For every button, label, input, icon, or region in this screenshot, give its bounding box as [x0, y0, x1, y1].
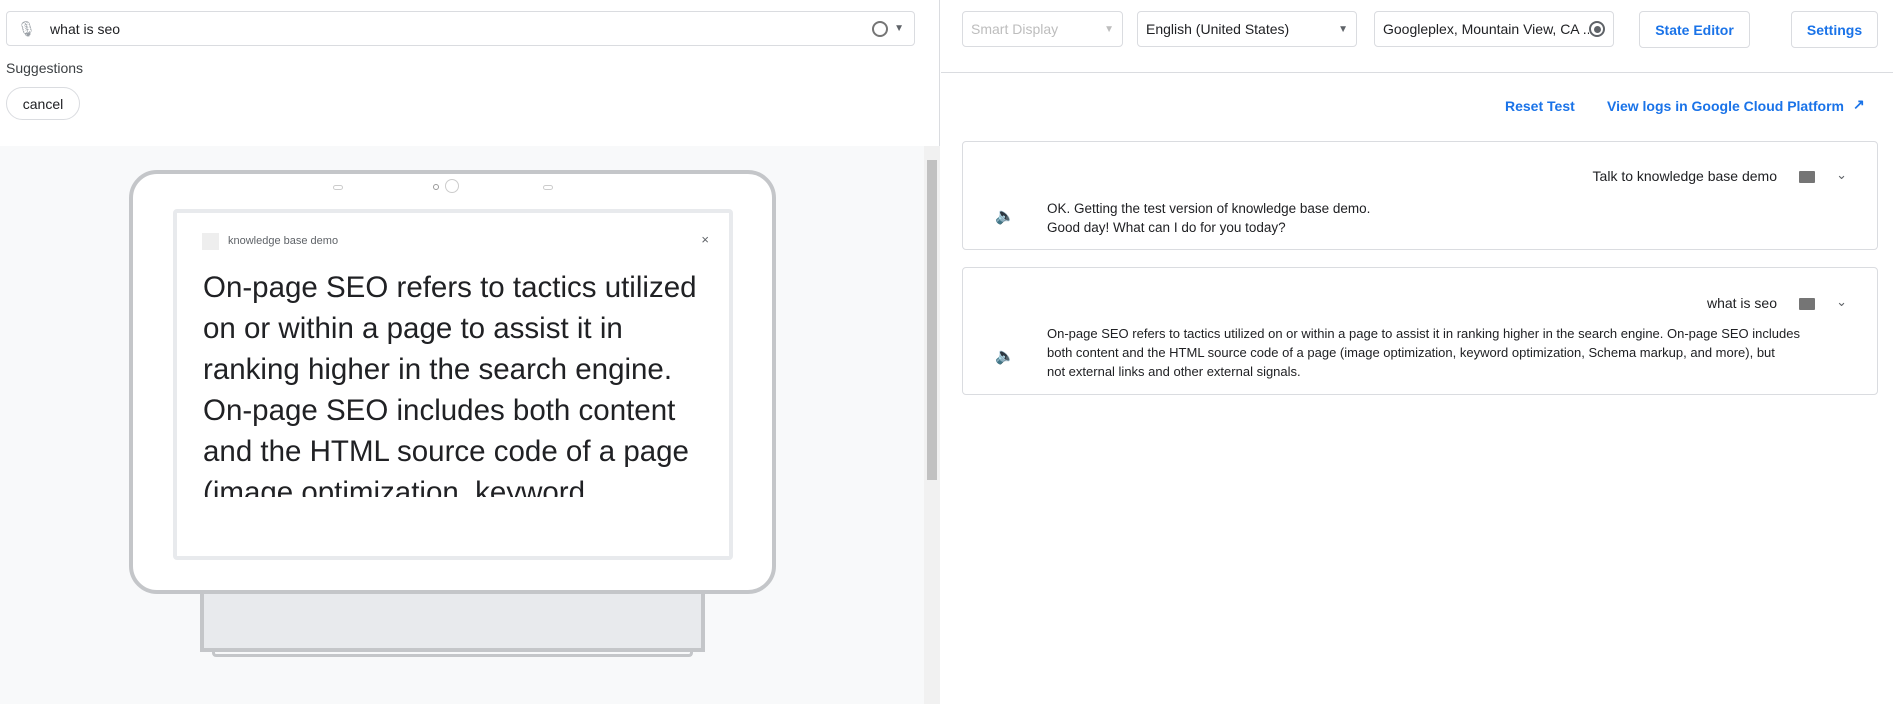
query-input[interactable]: 🎙 what is seo ▼ [6, 11, 915, 46]
device-base [212, 652, 693, 657]
location-input[interactable]: Googleplex, Mountain View, CA ... [1374, 11, 1614, 47]
response-line: On-page SEO refers to tactics utilized o… [1047, 326, 1800, 341]
response-line: not external links and other external si… [1047, 364, 1301, 379]
simulator-panel: 🎙 what is seo ▼ Suggestions cancel knowl… [0, 0, 940, 704]
keyboard-icon [1799, 298, 1815, 310]
device-screen: knowledge base demo × On-page SEO refers… [173, 209, 733, 560]
scrollbar-thumb[interactable] [927, 160, 937, 480]
settings-button[interactable]: Settings [1791, 11, 1878, 48]
suggestions-label: Suggestions [6, 60, 84, 76]
mic-off-icon[interactable]: 🎙 [17, 20, 36, 38]
response-line: both content and the HTML source code of… [1047, 345, 1775, 360]
camera-lens-icon [445, 179, 459, 193]
response-line: OK. Getting the test version of knowledg… [1047, 201, 1371, 216]
location-value: Googleplex, Mountain View, CA ... [1383, 21, 1589, 37]
dropdown-arrow-icon: ▼ [1104, 23, 1114, 35]
device-stand [200, 594, 705, 652]
open-external-icon[interactable]: ↗ [1853, 96, 1865, 113]
surface-select[interactable]: Smart Display ▼ [962, 11, 1123, 47]
sensor-icon [543, 185, 553, 190]
app-icon [202, 233, 219, 250]
conversation-turn: what is seo ⌄ 🔈 On-page SEO refers to ta… [962, 267, 1878, 395]
response-line: Good day! What can I do for you today? [1047, 220, 1286, 235]
reset-test-link[interactable]: Reset Test [1505, 98, 1575, 114]
conversation-turn: Talk to knowledge base demo ⌄ 🔈 OK. Gett… [962, 141, 1878, 250]
dropdown-arrow-icon: ▼ [1338, 23, 1348, 35]
camera-icon [433, 184, 439, 190]
device-response-text: On-page SEO refers to tactics utilized o… [203, 271, 697, 497]
chevron-down-icon[interactable]: ⌄ [1836, 294, 1847, 310]
language-value: English (United States) [1146, 21, 1290, 37]
app-title: knowledge base demo [228, 235, 339, 247]
close-icon[interactable]: × [701, 232, 709, 247]
speaker-icon[interactable]: 🔈 [995, 206, 1015, 226]
user-query: what is seo [1706, 295, 1777, 311]
divider [941, 72, 1893, 73]
query-value[interactable]: what is seo [50, 21, 872, 37]
sensor-icon [333, 185, 343, 190]
assistant-response: On-page SEO refers to tactics utilized o… [1047, 324, 1800, 381]
my-location-icon[interactable] [1589, 21, 1605, 37]
assistant-voice-icon[interactable] [872, 20, 889, 37]
suggestion-chip-cancel[interactable]: cancel [6, 87, 80, 120]
speaker-icon[interactable]: 🔈 [995, 346, 1015, 366]
view-logs-link[interactable]: View logs in Google Cloud Platform [1607, 98, 1844, 114]
chevron-down-icon[interactable]: ⌄ [1836, 167, 1847, 183]
user-query: Talk to knowledge base demo [1592, 168, 1777, 184]
keyboard-icon [1799, 171, 1815, 183]
surface-value: Smart Display [971, 21, 1059, 37]
language-select[interactable]: English (United States) ▼ [1137, 11, 1357, 47]
state-editor-button[interactable]: State Editor [1639, 11, 1750, 48]
dropdown-arrow-icon[interactable]: ▼ [894, 23, 904, 34]
assistant-response: OK. Getting the test version of knowledg… [1047, 199, 1370, 237]
